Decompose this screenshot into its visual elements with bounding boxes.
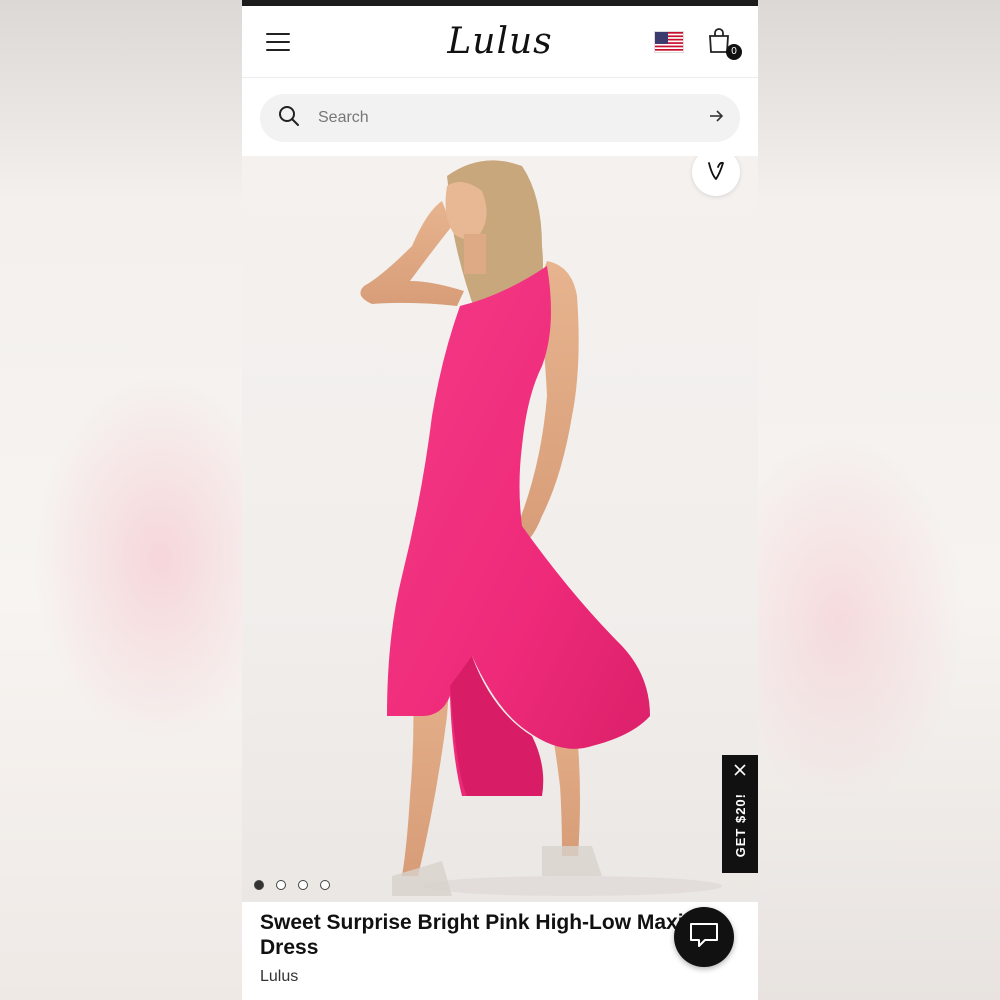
- cart-count-badge: 0: [726, 43, 742, 60]
- mobile-screen: Lulus 0 Search GET $20! Sweet Surprise B…: [242, 0, 758, 1000]
- header-actions: 0: [654, 27, 742, 60]
- site-header: Lulus 0: [242, 6, 758, 78]
- image-carousel-dots: [254, 880, 330, 890]
- promo-label[interactable]: GET $20!: [733, 793, 748, 857]
- product-brand[interactable]: Lulus: [260, 968, 740, 986]
- promo-tab[interactable]: GET $20!: [722, 755, 758, 873]
- search-icon: [278, 105, 300, 132]
- chat-button[interactable]: [674, 907, 734, 967]
- background-blur-left: [0, 0, 242, 1000]
- product-image[interactable]: [242, 156, 758, 902]
- shopping-bag-icon[interactable]: 0: [708, 27, 742, 60]
- product-title: Sweet Surprise Bright Pink High-Low Maxi…: [260, 911, 684, 959]
- model-photo: [360, 160, 722, 896]
- background-blur-right: [758, 0, 1000, 1000]
- chat-icon: [689, 922, 719, 953]
- arrow-right-icon[interactable]: [708, 108, 724, 129]
- site-logo[interactable]: Lulus: [447, 21, 552, 62]
- carousel-dot[interactable]: [254, 880, 264, 890]
- carousel-dot[interactable]: [320, 880, 330, 890]
- heart-icon: [705, 159, 727, 186]
- hamburger-icon[interactable]: [266, 32, 290, 51]
- search-section: [242, 78, 758, 156]
- us-flag-icon[interactable]: [654, 30, 684, 53]
- search-input[interactable]: [318, 109, 690, 127]
- carousel-dot[interactable]: [298, 880, 308, 890]
- close-icon[interactable]: [734, 763, 746, 781]
- carousel-dot[interactable]: [276, 880, 286, 890]
- search-bar[interactable]: [260, 94, 740, 142]
